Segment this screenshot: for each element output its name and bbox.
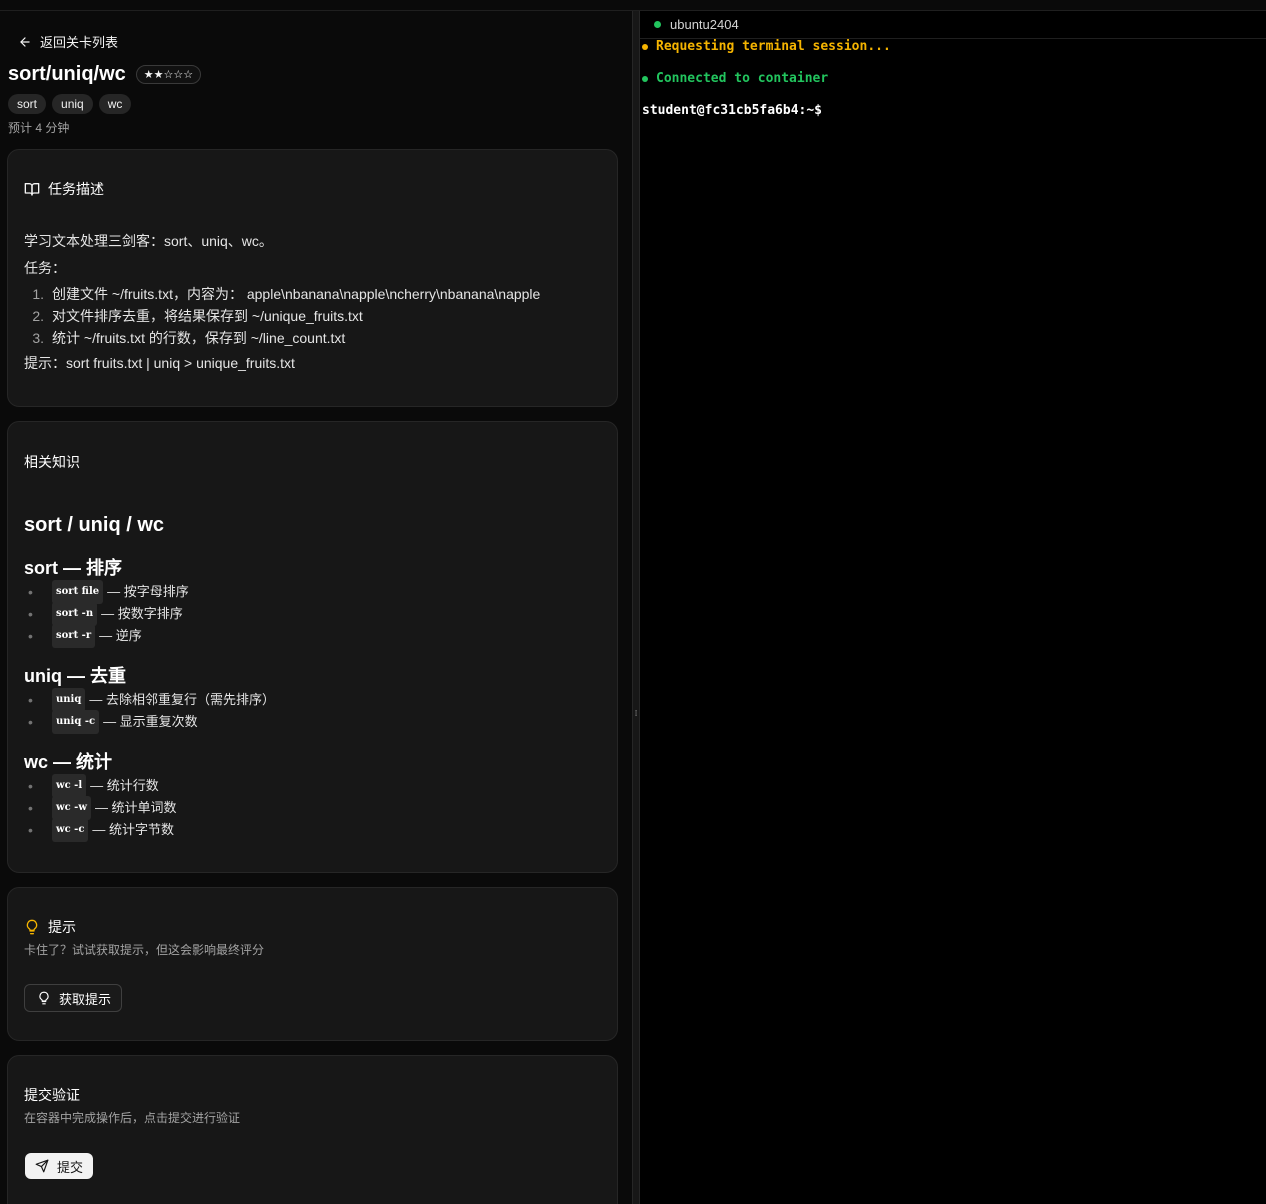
section-title-sort: sort — 排序 bbox=[24, 558, 123, 578]
uniq-list: • uniq — 去除相邻重复行（需先排序） • uniq -c — 显示重复次数 bbox=[24, 688, 275, 734]
back-to-levels-link[interactable]: 返回关卡列表 bbox=[18, 32, 118, 51]
knowledge-heading: 相关知识 bbox=[24, 454, 80, 470]
submit-heading: 提交验证 bbox=[24, 1087, 80, 1103]
task-intro: 学习文本处理三剑客：sort、uniq、wc。 bbox=[24, 233, 273, 249]
submit-label: 提交 bbox=[57, 1159, 84, 1175]
task-label: 任务： bbox=[24, 260, 66, 276]
task-card: 任务描述 学习文本处理三剑客：sort、uniq、wc。 任务： 1. 创建文件 … bbox=[7, 149, 618, 407]
back-label: 返回关卡列表 bbox=[40, 35, 119, 50]
terminal-tab-label: ubuntu2404 bbox=[670, 17, 739, 32]
estimated-time: 预计 4 分钟 bbox=[8, 121, 70, 135]
hints-heading: 提示 bbox=[24, 917, 76, 937]
list-item: • uniq -c — 显示重复次数 bbox=[24, 710, 275, 734]
arrow-left-icon bbox=[20, 36, 30, 47]
list-item: 3. 统计 ~/fruits.txt 的行数，保存到 ~/line_count.t… bbox=[32, 330, 346, 346]
book-open-icon bbox=[24, 183, 40, 196]
tag-sort: sort bbox=[8, 94, 47, 114]
page-title: sort/uniq/wc bbox=[8, 63, 126, 85]
task-heading: 任务描述 bbox=[24, 179, 104, 199]
knowledge-card: 相关知识 sort / uniq / wc sort — 排序 • sort fi… bbox=[7, 421, 618, 873]
section-title-wc: wc — 统计 bbox=[24, 752, 113, 772]
level-panel: 返回关卡列表 sort/uniq/wc ★★☆☆☆ sort uniq wc 预… bbox=[0, 11, 632, 1204]
terminal-tab[interactable]: ubuntu2404 bbox=[654, 17, 739, 32]
terminal-line: Requesting terminal session... bbox=[642, 39, 891, 54]
section-title-uniq: uniq — 去重 bbox=[24, 666, 126, 686]
list-item: • uniq — 去除相邻重复行（需先排序） bbox=[24, 688, 275, 712]
status-dot-icon bbox=[654, 21, 661, 28]
tag-wc: wc bbox=[98, 94, 132, 114]
task-hint: 提示：sort fruits.txt | uniq > unique_fruit… bbox=[24, 355, 295, 371]
list-item: 1. 创建文件 ~/fruits.txt，内容为： apple\nbanana\n… bbox=[32, 286, 541, 302]
get-hint-label: 获取提示 bbox=[59, 991, 112, 1007]
terminal-panel[interactable]: ubuntu2404 Requesting terminal session..… bbox=[640, 11, 1266, 1204]
hints-card: 提示 卡住了？试试获取提示，但这会影响最终评分 获取提示 bbox=[7, 887, 618, 1041]
list-item: • wc -c — 统计字节数 bbox=[24, 818, 177, 842]
list-item: • sort file — 按字母排序 bbox=[24, 580, 189, 604]
terminal-line: Connected to container bbox=[642, 71, 828, 86]
grip-icon: ⁞ bbox=[634, 709, 638, 719]
tag-uniq: uniq bbox=[52, 94, 93, 114]
resize-handle[interactable] bbox=[632, 11, 640, 1204]
terminal-tabbar: ubuntu2404 bbox=[640, 11, 1266, 39]
lightbulb-icon bbox=[26, 919, 38, 935]
warning-dot-icon bbox=[642, 43, 648, 50]
submit-card: 提交验证 在容器中完成操作后，点击提交进行验证 提交 bbox=[7, 1055, 618, 1204]
list-item: • sort -r — 逆序 bbox=[24, 624, 189, 648]
top-border bbox=[0, 0, 1266, 11]
list-item: • wc -l — 统计行数 bbox=[24, 774, 177, 798]
send-icon bbox=[35, 1159, 49, 1173]
list-item: 2. 对文件排序去重，将结果保存到 ~/unique_fruits.txt bbox=[32, 308, 363, 324]
task-steps: 1. 创建文件 ~/fruits.txt，内容为： apple\nbanana\n… bbox=[24, 283, 540, 349]
submit-subtitle: 在容器中完成操作后，点击提交进行验证 bbox=[24, 1111, 241, 1125]
terminal-prompt: student@fc31cb5fa6b4:~$ bbox=[642, 103, 823, 118]
submit-button[interactable]: 提交 bbox=[25, 1153, 94, 1179]
knowledge-title: sort / uniq / wc bbox=[24, 514, 165, 536]
task-heading-label: 任务描述 bbox=[48, 181, 104, 197]
tag-list: sort uniq wc bbox=[8, 94, 132, 114]
get-hint-button[interactable]: 获取提示 bbox=[24, 984, 123, 1012]
hints-subtitle: 卡住了？试试获取提示，但这会影响最终评分 bbox=[24, 943, 265, 957]
sort-list: • sort file — 按字母排序 • sort -n — 按数字排序 • sort … bbox=[24, 580, 189, 648]
list-item: • sort -n — 按数字排序 bbox=[24, 602, 189, 626]
hints-heading-label: 提示 bbox=[48, 919, 76, 935]
list-item: • wc -w — 统计单词数 bbox=[24, 796, 177, 820]
success-dot-icon bbox=[642, 75, 648, 82]
title-row: sort/uniq/wc ★★☆☆☆ bbox=[8, 63, 202, 86]
wc-list: • wc -l — 统计行数 • wc -w — 统计单词数 • wc -c — 统计字节数 bbox=[24, 774, 177, 842]
difficulty-badge: ★★☆☆☆ bbox=[135, 65, 202, 84]
lightbulb-icon bbox=[39, 991, 49, 1005]
